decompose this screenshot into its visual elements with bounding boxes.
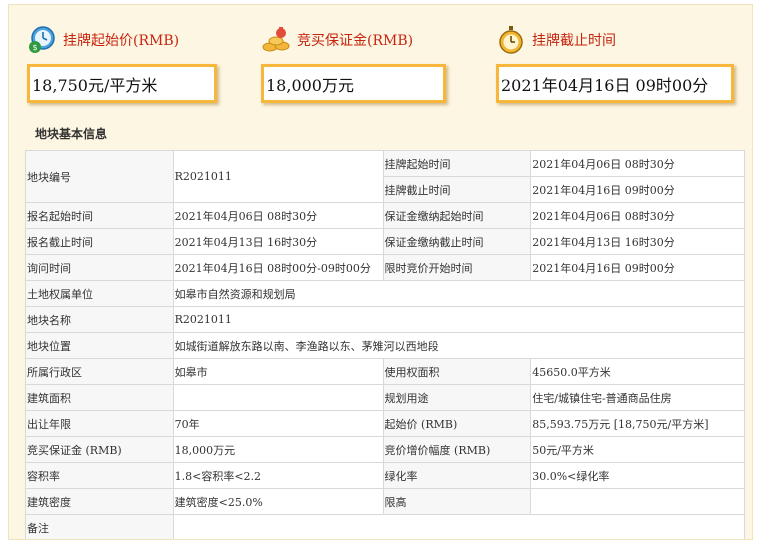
density-label: 建筑密度 bbox=[25, 488, 174, 515]
reg-end-label: 报名截止时间 bbox=[25, 228, 174, 255]
reg-end-value: 2021年04月13日 16时30分 bbox=[172, 228, 384, 255]
deposit-value: 18,000万元 bbox=[261, 64, 446, 103]
inquiry-label: 询问时间 bbox=[25, 254, 174, 281]
start-price-label: 挂牌起始价(RMB) bbox=[63, 33, 180, 49]
table-row: 土地权属单位 如皋市自然资源和规划局 bbox=[25, 280, 746, 307]
location-label: 地块位置 bbox=[25, 332, 174, 359]
listing-start-label: 挂牌起始时间 bbox=[382, 150, 532, 177]
deposit-row-label: 竞买保证金 (RMB) bbox=[25, 436, 174, 463]
name-value: R2021011 bbox=[172, 306, 746, 333]
far-value: 1.8<容积率<2.2 bbox=[172, 462, 384, 489]
listing-panel: $ 挂牌起始价(RMB) 18,750元/平方米 竞买保证金(RMB) 18,0… bbox=[8, 4, 753, 540]
height-label: 限高 bbox=[382, 488, 532, 515]
increment-value: 50元/平方米 bbox=[530, 436, 745, 463]
deadline-block: 挂牌截止时间 2021年04月16日 09时00分 bbox=[496, 25, 734, 103]
increment-label: 竞价增价幅度 (RMB) bbox=[382, 436, 532, 463]
owner-label: 土地权属单位 bbox=[25, 280, 174, 307]
gold-coins-icon bbox=[262, 27, 290, 52]
reg-start-value: 2021年04月06日 08时30分 bbox=[172, 202, 384, 229]
planned-use-label: 规划用途 bbox=[382, 384, 532, 411]
table-row: 询问时间 2021年04月16日 08时00分-09时00分 限时竞价开始时间 … bbox=[25, 254, 745, 281]
table-row: 容积率 1.8<容积率<2.2 绿化率 30.0%<绿化率 bbox=[25, 462, 745, 489]
remarks-value bbox=[172, 514, 746, 539]
table-row: 竞买保证金 (RMB) 18,000万元 竞价增价幅度 (RMB) 50元/平方… bbox=[25, 436, 745, 463]
table-row: 地块名称 R2021011 bbox=[25, 306, 746, 333]
deposit-start-label: 保证金缴纳起始时间 bbox=[382, 202, 532, 229]
section-title: 地块基本信息 bbox=[35, 127, 108, 141]
listing-start-value: 2021年04月06日 08时30分 bbox=[530, 150, 745, 177]
district-value: 如皋市 bbox=[172, 358, 384, 385]
start-price-value: 18,750元/平方米 bbox=[27, 64, 217, 103]
reg-start-label: 报名起始时间 bbox=[25, 202, 174, 229]
start-price-row-value: 85,593.75万元 [18,750元/平方米] bbox=[530, 410, 745, 437]
planned-use-value: 住宅/城镇住宅-普通商品住房 bbox=[530, 384, 745, 411]
deposit-block: 竞买保证金(RMB) 18,000万元 bbox=[261, 25, 446, 103]
listing-end-value: 2021年04月16日 09时00分 bbox=[530, 176, 745, 203]
table-row: 报名截止时间 2021年04月13日 16时30分 保证金缴纳截止时间 2021… bbox=[25, 228, 745, 255]
term-label: 出让年限 bbox=[25, 410, 174, 437]
use-area-value: 45650.0平方米 bbox=[530, 358, 745, 385]
green-label: 绿化率 bbox=[382, 462, 532, 489]
deadline-label: 挂牌截止时间 bbox=[532, 33, 616, 49]
alarm-clock-icon bbox=[499, 26, 523, 54]
table-row: 地块编号 R2021011 挂牌起始时间 2021年04月06日 08时30分 bbox=[25, 150, 745, 203]
table-row: 地块位置 如城街道解放东路以南、李渔路以东、茅雉河以西地段 bbox=[25, 332, 746, 359]
deadline-value: 2021年04月16日 09时00分 bbox=[496, 64, 734, 103]
parcel-info-table: 地块编号 R2021011 挂牌起始时间 2021年04月06日 08时30分 … bbox=[25, 150, 746, 539]
deposit-end-label: 保证金缴纳截止时间 bbox=[382, 228, 532, 255]
money-clock-icon: $ bbox=[29, 26, 55, 53]
inquiry-value: 2021年04月16日 08时00分-09时00分 bbox=[172, 254, 384, 281]
table-row: 报名起始时间 2021年04月06日 08时30分 保证金缴纳起始时间 2021… bbox=[25, 202, 745, 229]
deposit-end-value: 2021年04月13日 16时30分 bbox=[530, 228, 745, 255]
name-label: 地块名称 bbox=[25, 306, 174, 333]
far-label: 容积率 bbox=[25, 462, 174, 489]
build-area-value bbox=[172, 384, 384, 411]
summary-row: $ 挂牌起始价(RMB) 18,750元/平方米 竞买保证金(RMB) 18,0… bbox=[9, 5, 752, 117]
start-price-block: $ 挂牌起始价(RMB) 18,750元/平方米 bbox=[27, 25, 217, 103]
start-price-row-label: 起始价 (RMB) bbox=[382, 410, 532, 437]
listing-end-label: 挂牌截止时间 bbox=[382, 176, 532, 203]
deposit-start-value: 2021年04月06日 08时30分 bbox=[530, 202, 745, 229]
remarks-label: 备注 bbox=[25, 514, 174, 539]
green-value: 30.0%<绿化率 bbox=[530, 462, 745, 489]
term-value: 70年 bbox=[172, 410, 384, 437]
build-area-label: 建筑面积 bbox=[25, 384, 174, 411]
parcel-no-label: 地块编号 bbox=[25, 150, 174, 203]
use-area-label: 使用权面积 bbox=[382, 358, 532, 385]
district-label: 所属行政区 bbox=[25, 358, 174, 385]
table-row: 建筑面积 规划用途 住宅/城镇住宅-普通商品住房 bbox=[25, 384, 745, 411]
deposit-label: 竞买保证金(RMB) bbox=[297, 33, 414, 49]
density-value: 建筑密度<25.0% bbox=[172, 488, 384, 515]
deposit-row-value: 18,000万元 bbox=[172, 436, 384, 463]
location-value: 如城街道解放东路以南、李渔路以东、茅雉河以西地段 bbox=[172, 332, 746, 359]
table-row: 所属行政区 如皋市 使用权面积 45650.0平方米 bbox=[25, 358, 745, 385]
bid-start-value: 2021年04月16日 09时00分 bbox=[530, 254, 745, 281]
owner-value: 如皋市自然资源和规划局 bbox=[172, 280, 746, 307]
svg-text:$: $ bbox=[32, 43, 37, 52]
table-row: 建筑密度 建筑密度<25.0% 限高 bbox=[25, 488, 745, 515]
table-row: 出让年限 70年 起始价 (RMB) 85,593.75万元 [18,750元/… bbox=[25, 410, 745, 437]
bid-start-label: 限时竞价开始时间 bbox=[382, 254, 532, 281]
parcel-no-value: R2021011 bbox=[172, 150, 384, 203]
table-row: 备注 bbox=[25, 514, 746, 539]
height-value bbox=[530, 488, 745, 515]
